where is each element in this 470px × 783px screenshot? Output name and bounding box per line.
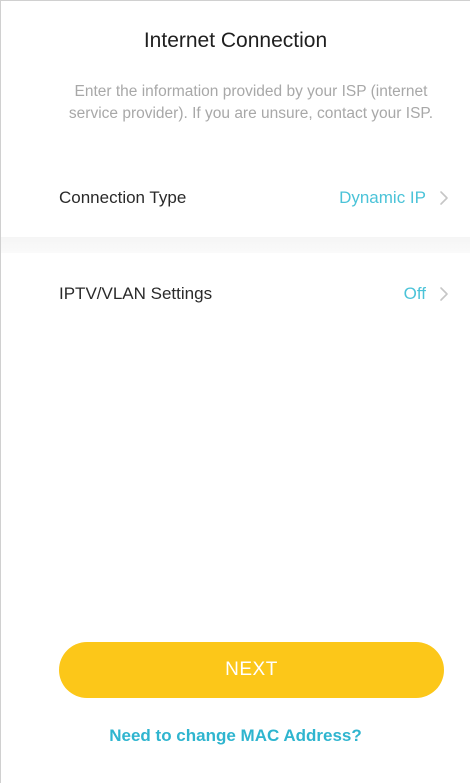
connection-type-label: Connection Type — [59, 188, 187, 207]
connection-type-value: Dynamic IP — [339, 188, 426, 207]
next-button[interactable]: NEXT — [59, 642, 444, 698]
chevron-right-icon — [436, 188, 452, 208]
internet-connection-screen: Internet Connection Enter the informatio… — [0, 0, 470, 783]
change-mac-address-link[interactable]: Need to change MAC Address? — [1, 726, 470, 746]
chevron-right-icon — [436, 284, 452, 304]
page-description: Enter the information provided by your I… — [68, 83, 434, 122]
page-title: Internet Connection — [143, 29, 328, 52]
connection-type-row[interactable]: Connection Type Dynamic IP — [1, 176, 470, 220]
iptv-vlan-label: IPTV/VLAN Settings — [59, 284, 213, 303]
iptv-vlan-value: Off — [403, 284, 426, 303]
iptv-vlan-settings-row[interactable]: IPTV/VLAN Settings Off — [1, 272, 470, 316]
section-divider — [1, 237, 470, 253]
